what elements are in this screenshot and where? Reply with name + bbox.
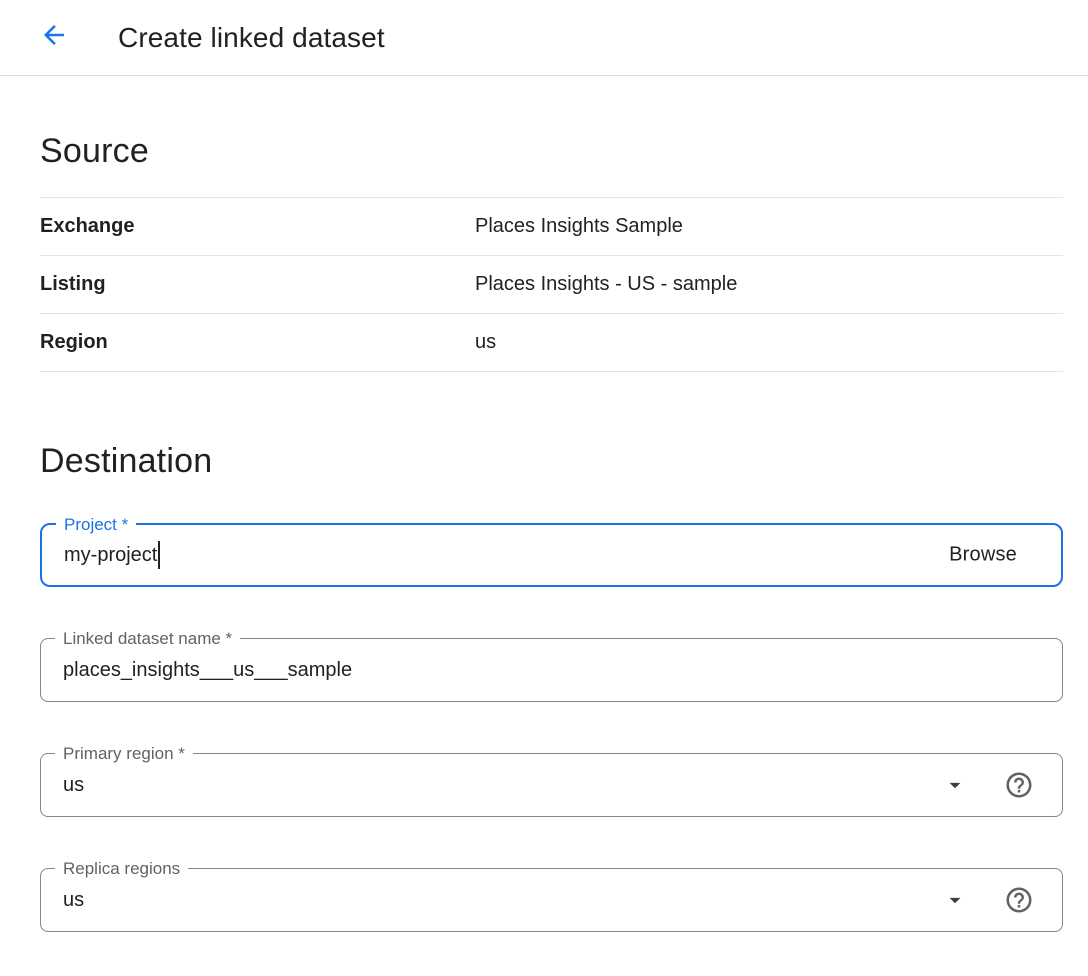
primary-region-label: Primary region * xyxy=(55,744,193,764)
dataset-name-field[interactable]: Linked dataset name * places_insights___… xyxy=(40,638,1063,702)
replica-regions-label: Replica regions xyxy=(55,859,188,879)
primary-region-select[interactable]: Primary region * us xyxy=(40,753,1063,817)
destination-section: Destination Project * my-project Browse … xyxy=(40,442,1063,932)
caret-down-icon[interactable] xyxy=(942,772,968,798)
source-row-value: Places Insights Sample xyxy=(475,215,683,238)
source-row-value: us xyxy=(475,331,496,354)
source-row-label: Exchange xyxy=(40,215,475,238)
source-row-label: Listing xyxy=(40,273,475,296)
primary-region-value: us xyxy=(63,774,84,797)
source-heading: Source xyxy=(40,132,1063,198)
project-field-label: Project * xyxy=(56,515,136,535)
source-row-label: Region xyxy=(40,331,475,354)
source-row-region: Region us xyxy=(40,314,1063,372)
text-cursor xyxy=(158,541,160,569)
destination-heading: Destination xyxy=(40,442,1063,481)
arrow-left-icon xyxy=(39,20,69,55)
dataset-name-field-label: Linked dataset name * xyxy=(55,629,240,649)
back-button[interactable] xyxy=(32,16,76,60)
project-field-value: my-project xyxy=(64,544,157,567)
source-row-value: Places Insights - US - sample xyxy=(475,273,737,296)
source-row-exchange: Exchange Places Insights Sample xyxy=(40,198,1063,256)
page-title: Create linked dataset xyxy=(118,22,385,54)
main-content: Source Exchange Places Insights Sample L… xyxy=(0,132,1088,932)
caret-down-icon[interactable] xyxy=(942,887,968,913)
header: Create linked dataset xyxy=(0,0,1088,76)
replica-regions-select[interactable]: Replica regions us xyxy=(40,868,1063,932)
help-icon[interactable] xyxy=(1004,885,1034,915)
replica-regions-value: us xyxy=(63,889,84,912)
source-section: Source Exchange Places Insights Sample L… xyxy=(40,132,1063,372)
project-field[interactable]: Project * my-project Browse xyxy=(40,523,1063,587)
help-icon[interactable] xyxy=(1004,770,1034,800)
browse-button[interactable]: Browse xyxy=(949,544,1017,567)
source-row-listing: Listing Places Insights - US - sample xyxy=(40,256,1063,314)
dataset-name-field-value: places_insights___us___sample xyxy=(63,659,352,682)
